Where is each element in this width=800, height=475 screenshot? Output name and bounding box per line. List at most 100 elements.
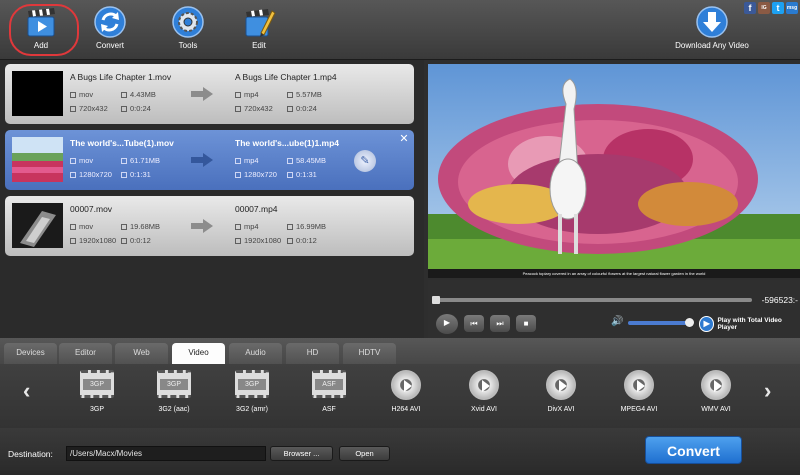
profile-label: 3G2 (aac) [158, 406, 190, 413]
source-size-value: 4.43MB [130, 90, 156, 99]
profile-xvid-avi[interactable]: Xvid AVI [449, 370, 519, 413]
file-row-selected[interactable]: The world's...Tube(1).mov mov 61.71MB 12… [5, 130, 414, 190]
tab-hdtv[interactable]: HDTV [343, 343, 396, 364]
video-preview[interactable]: Peacock topiary covered in an array of c… [428, 64, 800, 278]
size-icon [287, 92, 293, 98]
target-filename: A Bugs Life Chapter 1.mp4 [235, 72, 337, 82]
profile-label: 3GP [89, 406, 104, 413]
source-duration: 0:0:24 [121, 104, 151, 113]
source-filename: The world's...Tube(1).mov [70, 138, 174, 148]
open-button[interactable]: Open [339, 446, 390, 461]
speaker-icon[interactable]: 🔊 [611, 316, 623, 327]
source-filename: 00007.mov [70, 204, 113, 214]
tab-hd[interactable]: HD [286, 343, 339, 364]
stop-button[interactable]: ■ [516, 315, 536, 332]
instagram-icon[interactable]: IG [758, 2, 770, 14]
browse-button[interactable]: Browser ... [270, 446, 333, 461]
social-links: f IG t msg [744, 2, 798, 14]
source-resolution-value: 1280x720 [79, 170, 112, 179]
twitter-icon[interactable]: t [772, 2, 784, 14]
tvp-label: Play with Total Video Player [717, 317, 782, 331]
download-any-video-button[interactable]: Download Any Video [672, 0, 752, 60]
profile-3g2-aac[interactable]: 3GP 3G2 (aac) [139, 370, 209, 413]
file-row[interactable]: 00007.mov mov 19.68MB 1920x1080 0:0:12 0… [5, 196, 414, 256]
target-duration-value: 0:0:24 [296, 104, 317, 113]
tab-video[interactable]: Video [172, 343, 225, 364]
source-resolution-value: 720x432 [79, 104, 108, 113]
convert-toolbar-label: Convert [95, 41, 124, 50]
target-size: 58.45MB [287, 156, 326, 165]
source-format: mov [70, 222, 93, 231]
size-icon [121, 158, 127, 164]
gear-icon [172, 6, 204, 38]
video-thumbnail [12, 71, 63, 116]
target-size: 5.57MB [287, 90, 322, 99]
source-resolution-value: 1920x1080 [79, 236, 117, 245]
source-duration-value: 0:0:24 [130, 104, 151, 113]
video-thumbnail [12, 203, 63, 248]
film-badge: 3GP [238, 379, 266, 390]
disc-play-icon [701, 370, 731, 400]
source-duration-value: 0:1:31 [130, 170, 151, 179]
film-badge: 3GP [83, 379, 111, 390]
edit-label: Edit [252, 41, 266, 50]
target-duration-value: 0:1:31 [296, 170, 317, 179]
target-resolution: 720x432 [235, 104, 273, 113]
file-list: A Bugs Life Chapter 1.mov mov 4.43MB 720… [0, 60, 424, 338]
source-size: 61.71MB [121, 156, 160, 165]
close-icon[interactable]: ✕ [397, 132, 411, 146]
profile-wmv-avi[interactable]: WMV AVI [681, 370, 751, 413]
format-icon [70, 92, 76, 98]
target-resolution-value: 1920x1080 [244, 236, 282, 245]
disc-play-icon [391, 370, 421, 400]
video-thumbnail [12, 137, 63, 182]
preview-caption: Peacock topiary covered in an array of c… [522, 271, 706, 276]
next-button[interactable]: ⏭ [490, 315, 510, 332]
tab-audio[interactable]: Audio [229, 343, 282, 364]
arrow-right-icon [191, 153, 213, 167]
facebook-icon[interactable]: f [744, 2, 756, 14]
file-row[interactable]: A Bugs Life Chapter 1.mov mov 4.43MB 720… [5, 64, 414, 124]
clock-icon [121, 172, 127, 178]
resolution-icon [235, 238, 241, 244]
target-size-value: 5.57MB [296, 90, 322, 99]
previous-button[interactable]: ⏮ [464, 315, 484, 332]
chevron-left-icon[interactable]: ‹ [23, 378, 30, 404]
add-button[interactable]: Add [8, 0, 74, 60]
chevron-right-icon[interactable]: › [764, 378, 771, 404]
edit-button[interactable]: Edit [226, 0, 292, 60]
profile-h264-avi[interactable]: H264 AVI [371, 370, 441, 413]
app-window: Add Convert Tools Edit Download Any Vide… [0, 0, 800, 475]
tab-editor[interactable]: Editor [59, 343, 112, 364]
message-icon[interactable]: msg [786, 2, 798, 14]
film-icon: ASF [312, 370, 346, 398]
play-with-total-video-player-button[interactable]: ▶ Play with Total Video Player [699, 315, 800, 333]
profile-3g2-amr[interactable]: 3GP 3G2 (amr) [217, 370, 287, 413]
destination-path-field[interactable]: /Users/Macx/Movies [66, 446, 266, 461]
bottom-bar: Destination: /Users/Macx/Movies Browser … [0, 428, 800, 475]
source-size-value: 61.71MB [130, 156, 161, 165]
profile-3gp[interactable]: 3GP 3GP [62, 370, 132, 413]
play-button[interactable]: ▶ [436, 314, 458, 334]
target-format: mp4 [235, 90, 259, 99]
preview-frame-image [428, 64, 800, 278]
film-badge: 3GP [160, 379, 188, 390]
tools-button[interactable]: Tools [155, 0, 221, 60]
target-size: 16.99MB [287, 222, 326, 231]
edit-pencil-icon[interactable]: ✎ [354, 150, 376, 172]
profile-divx-avi[interactable]: DivX AVI [526, 370, 596, 413]
convert-button[interactable]: Convert [645, 436, 742, 464]
seek-handle[interactable] [432, 296, 440, 304]
target-duration-value: 0:0:12 [296, 236, 317, 245]
profile-asf[interactable]: ASF ASF [294, 370, 364, 413]
volume-slider[interactable] [628, 318, 694, 327]
tab-web[interactable]: Web [115, 343, 168, 364]
volume-handle[interactable] [685, 318, 694, 327]
clock-icon [121, 238, 127, 244]
convert-toolbar-button[interactable]: Convert [77, 0, 143, 60]
profile-mpeg4-avi[interactable]: MPEG4 AVI [604, 370, 674, 413]
format-icon [235, 92, 241, 98]
profile-label: DivX AVI [547, 406, 575, 413]
seek-bar[interactable] [432, 296, 752, 304]
tab-devices[interactable]: Devices [4, 343, 57, 364]
